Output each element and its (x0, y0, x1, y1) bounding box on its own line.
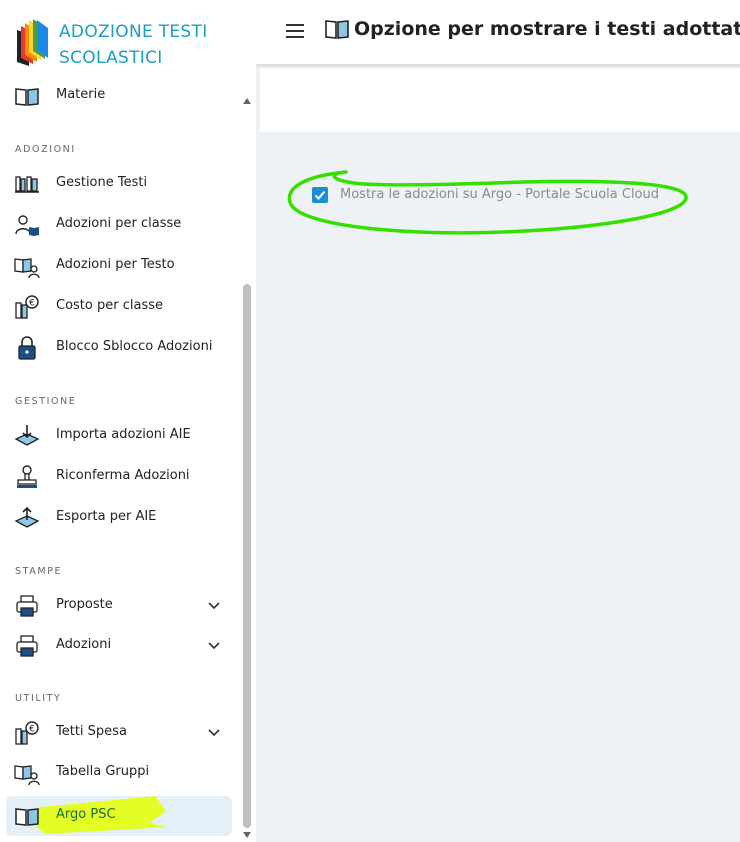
printer-icon (16, 595, 38, 617)
import-tray-icon (14, 425, 40, 446)
book-open-icon (15, 808, 39, 826)
sidebar-item-label: Esporta per AIE (56, 509, 157, 524)
svg-text:€: € (29, 299, 35, 309)
sidebar-item-esporta-per-aie[interactable]: Esporta per AIE (6, 500, 232, 536)
section-label-stampe: STAMPE (15, 566, 63, 577)
top-bar: Opzione per mostrare i testi adottati su (256, 0, 740, 64)
scroll-up-arrow-icon[interactable] (243, 98, 251, 104)
sidebar-item-label: Argo PSC (56, 807, 116, 822)
app-logo-icon (17, 19, 48, 66)
sidebar-item-label: Adozioni per classe (56, 216, 182, 231)
sidebar-item-proposte[interactable]: Proposte (6, 588, 232, 624)
sidebar-item-materie[interactable]: Materie (6, 78, 232, 114)
bookshelf-icon (15, 176, 39, 193)
sidebar-item-label: Blocco Sblocco Adozioni (56, 339, 213, 354)
sidebar-item-gestione-testi[interactable]: Gestione Testi (6, 166, 232, 202)
sidebar-item-label: Importa adozioni AIE (56, 427, 191, 442)
sidebar-item-label: Riconferma Adozioni (56, 468, 190, 483)
book-open-icon (15, 88, 39, 106)
padlock-icon (18, 336, 36, 360)
page-title: Opzione per mostrare i testi adottati su (354, 18, 740, 40)
sidebar-item-argo-psc[interactable]: Argo PSC (6, 796, 232, 836)
sidebar-item-label: Proposte (56, 597, 113, 612)
sidebar-item-label: Adozioni (56, 637, 112, 652)
green-circle-annotation (287, 170, 688, 235)
sidebar-item-riconferma-adozioni[interactable]: Riconferma Adozioni (6, 459, 232, 495)
brand-title: ADOZIONE TESTI SCOLASTICI (59, 22, 208, 68)
scroll-thumb[interactable] (243, 284, 251, 828)
sidebar-item-tetti-spesa[interactable]: € Tetti Spesa (6, 715, 232, 751)
sidebar-item-blocco-sblocco-adozioni[interactable]: Blocco Sblocco Adozioni (6, 330, 232, 366)
book-open-icon (325, 20, 349, 39)
sidebar-item-label: Tabella Gruppi (56, 764, 150, 779)
sidebar-item-adozioni-per-testo[interactable]: Adozioni per Testo (6, 248, 232, 284)
sidebar-item-adozioni-per-classe[interactable]: Adozioni per classe (6, 207, 232, 243)
svg-text:€: € (29, 725, 35, 735)
section-label-adozioni: ADOZIONI (15, 144, 76, 155)
books-euro-icon: € (15, 721, 39, 745)
printer-icon (16, 635, 38, 657)
sidebar-item-label: Adozioni per Testo (56, 257, 175, 272)
export-tray-icon (14, 506, 40, 528)
sidebar-item-label: Gestione Testi (56, 175, 148, 190)
sidebar-item-label: Tetti Spesa (56, 724, 127, 739)
chevron-down-icon[interactable] (206, 725, 222, 741)
hamburger-menu-icon[interactable] (286, 24, 304, 38)
sidebar-item-importa-adozioni-aie[interactable]: Importa adozioni AIE (6, 418, 232, 454)
stamp-icon (17, 465, 37, 488)
sidebar-item-tabella-gruppi[interactable]: Tabella Gruppi (6, 755, 232, 791)
content-header-panel (260, 68, 740, 132)
sidebar-item-costo-per-classe[interactable]: € Costo per classe (6, 289, 232, 325)
scroll-down-arrow-icon[interactable] (243, 832, 251, 838)
sidebar-item-label: Costo per classe (56, 298, 163, 313)
user-book-icon (15, 215, 39, 236)
chevron-down-icon[interactable] (206, 598, 222, 614)
books-euro-icon: € (15, 295, 39, 319)
sidebar-menu: Materie ADOZIONI Gestione Testi Adozioni… (0, 0, 240, 842)
sidebar-item-label: Materie (56, 87, 106, 102)
book-user-icon (14, 258, 40, 279)
book-user-icon (14, 765, 40, 786)
chevron-down-icon[interactable] (206, 638, 222, 654)
section-label-gestione: GESTIONE (15, 396, 77, 407)
section-label-utility: UTILITY (15, 693, 62, 704)
sidebar: Materie ADOZIONI Gestione Testi Adozioni… (0, 0, 256, 842)
brand-header: ADOZIONE TESTI SCOLASTICI (0, 0, 256, 80)
sidebar-item-adozioni[interactable]: Adozioni (6, 628, 232, 664)
sidebar-scrollbar[interactable] (242, 88, 252, 840)
